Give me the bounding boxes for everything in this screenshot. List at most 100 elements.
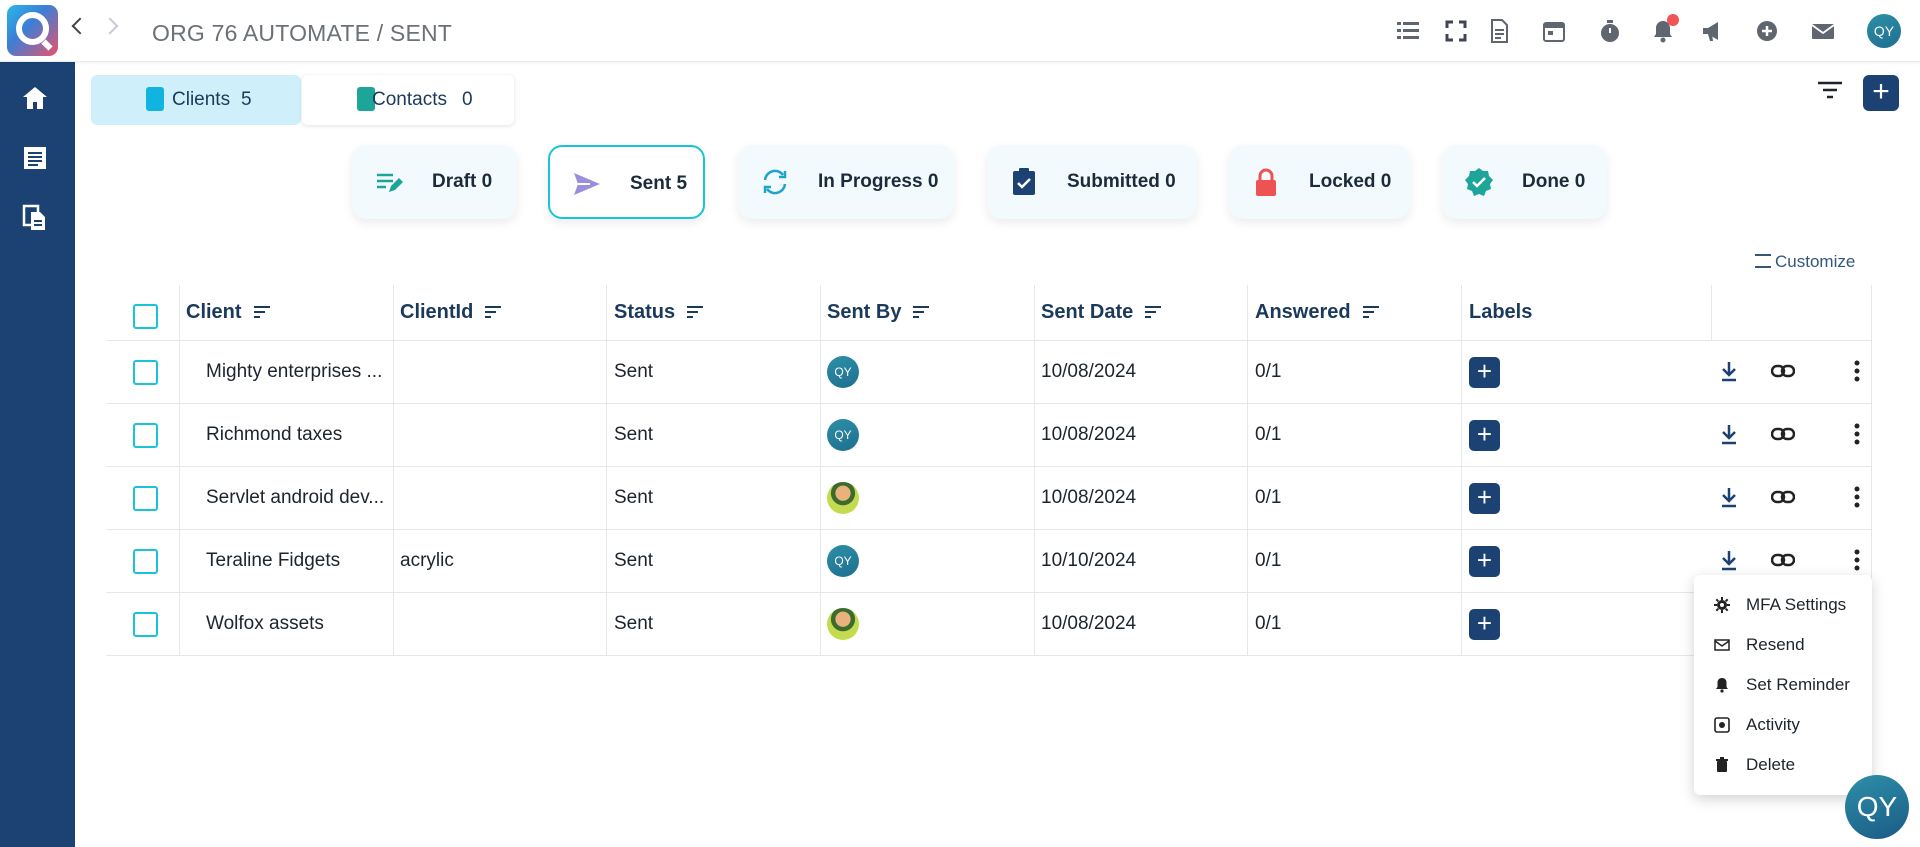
- timer-icon[interactable]: [1597, 18, 1623, 44]
- fullscreen-icon[interactable]: [1443, 18, 1469, 44]
- sender-avatar: QY: [827, 419, 859, 451]
- calendar-icon[interactable]: [1541, 18, 1567, 44]
- filter-icon[interactable]: [1817, 80, 1843, 100]
- column-header-status[interactable]: Status: [614, 301, 704, 324]
- row-checkbox[interactable]: [133, 423, 158, 448]
- customize-button[interactable]: Customize: [1755, 252, 1855, 272]
- bell-icon[interactable]: [1650, 14, 1679, 44]
- clipboard-check-icon: [1009, 167, 1039, 197]
- column-header-client[interactable]: Client: [186, 301, 270, 324]
- table-row[interactable]: Servlet android dev... Sent 10/08/2024 0…: [106, 468, 1872, 530]
- column-label: Sent By: [827, 301, 902, 323]
- menu-item-activity[interactable]: Activity: [1694, 705, 1872, 745]
- lock-icon: [1251, 167, 1281, 197]
- sort-icon[interactable]: [687, 306, 704, 319]
- column-header-sent-date[interactable]: Sent Date: [1041, 301, 1162, 324]
- add-label-button[interactable]: +: [1469, 420, 1500, 451]
- home-icon[interactable]: [21, 84, 49, 112]
- client-name[interactable]: Mighty enterprises ...: [206, 361, 382, 383]
- table-row[interactable]: Richmond taxes Sent QY 10/08/2024 0/1 +: [106, 405, 1872, 467]
- tab-contacts-count: 0: [462, 89, 473, 110]
- table-row[interactable]: Teraline Fidgets acrylic Sent QY 10/10/2…: [106, 531, 1872, 593]
- column-header-clientid[interactable]: ClientId: [400, 301, 502, 324]
- copy-document-icon[interactable]: [21, 204, 49, 232]
- row-checkbox[interactable]: [133, 549, 158, 574]
- sort-icon[interactable]: [1145, 306, 1162, 319]
- sent-date: 10/08/2024: [1041, 487, 1137, 508]
- status-locked-label: Locked 0: [1309, 171, 1392, 192]
- document-icon[interactable]: [1486, 18, 1512, 44]
- table-row[interactable]: Mighty enterprises ... Sent QY 10/08/202…: [106, 342, 1872, 404]
- floating-chat-avatar[interactable]: QY: [1845, 775, 1909, 839]
- add-label-button[interactable]: +: [1469, 609, 1500, 640]
- menu-item-label: Activity: [1746, 715, 1800, 734]
- megaphone-icon[interactable]: [1700, 18, 1726, 44]
- link-icon[interactable]: [1770, 548, 1796, 572]
- menu-item-mfa-settings[interactable]: MFA Settings: [1694, 585, 1872, 625]
- menu-item-label: MFA Settings: [1746, 595, 1847, 614]
- activity-icon: [1714, 717, 1730, 733]
- list-icon[interactable]: [1395, 18, 1421, 44]
- row-context-menu: MFA Settings Resend Set Reminder Activit…: [1694, 575, 1872, 795]
- select-all-checkbox[interactable]: [133, 304, 158, 329]
- back-arrow-icon[interactable]: [71, 17, 89, 35]
- sort-icon[interactable]: [485, 306, 502, 319]
- row-checkbox[interactable]: [133, 612, 158, 637]
- link-icon[interactable]: [1770, 359, 1796, 383]
- menu-item-delete[interactable]: Delete: [1694, 745, 1872, 785]
- status-submitted-label: Submitted 0: [1067, 171, 1176, 192]
- mail-icon[interactable]: [1810, 18, 1836, 44]
- download-icon[interactable]: [1717, 548, 1741, 572]
- tab-clients[interactable]: Clients 5: [91, 75, 301, 125]
- more-vertical-icon[interactable]: [1845, 548, 1869, 572]
- link-icon[interactable]: [1770, 485, 1796, 509]
- app-logo[interactable]: [7, 5, 58, 56]
- status-card-submitted[interactable]: Submitted 0: [987, 145, 1197, 219]
- sender-avatar: QY: [827, 356, 859, 388]
- client-name[interactable]: Wolfox assets: [206, 613, 324, 635]
- download-icon[interactable]: [1717, 359, 1741, 383]
- add-button[interactable]: +: [1863, 75, 1899, 111]
- add-label-button[interactable]: +: [1469, 546, 1500, 577]
- download-icon[interactable]: [1717, 485, 1741, 509]
- status-card-in-progress[interactable]: In Progress 0: [738, 145, 954, 219]
- status-text: Sent: [614, 487, 654, 508]
- plus-circle-icon[interactable]: [1754, 18, 1780, 44]
- column-header-sent-by[interactable]: Sent By: [827, 301, 930, 324]
- sort-icon[interactable]: [1362, 306, 1379, 319]
- column-header-answered[interactable]: Answered: [1255, 301, 1379, 324]
- answered-count: 0/1: [1255, 487, 1282, 508]
- sort-icon[interactable]: [913, 306, 930, 319]
- forward-arrow-icon[interactable]: [101, 17, 119, 35]
- sender-photo-avatar: [827, 608, 859, 640]
- status-text: Sent: [614, 361, 654, 382]
- user-avatar[interactable]: QY: [1867, 14, 1901, 48]
- column-label: ClientId: [400, 301, 474, 323]
- download-icon[interactable]: [1717, 422, 1741, 446]
- answered-count: 0/1: [1255, 550, 1282, 571]
- status-card-sent[interactable]: Sent 5: [548, 145, 705, 219]
- list-document-icon[interactable]: [21, 144, 49, 172]
- client-name[interactable]: Teraline Fidgets: [206, 550, 340, 572]
- menu-item-set-reminder[interactable]: Set Reminder: [1694, 665, 1872, 705]
- client-name[interactable]: Servlet android dev...: [206, 487, 384, 509]
- row-checkbox[interactable]: [133, 486, 158, 511]
- more-vertical-icon[interactable]: [1845, 359, 1869, 383]
- status-card-done[interactable]: Done 0: [1442, 145, 1607, 219]
- status-card-locked[interactable]: Locked 0: [1229, 145, 1410, 219]
- add-label-button[interactable]: +: [1469, 357, 1500, 388]
- row-checkbox[interactable]: [133, 360, 158, 385]
- link-icon[interactable]: [1770, 422, 1796, 446]
- status-text: Sent: [614, 424, 654, 445]
- table-row[interactable]: Wolfox assets Sent 10/08/2024 0/1 +: [106, 594, 1872, 656]
- menu-item-resend[interactable]: Resend: [1694, 625, 1872, 665]
- tab-contacts[interactable]: Contacts 0: [302, 75, 514, 125]
- client-name[interactable]: Richmond taxes: [206, 424, 342, 446]
- add-label-button[interactable]: +: [1469, 483, 1500, 514]
- sort-icon[interactable]: [253, 306, 270, 319]
- more-vertical-icon[interactable]: [1845, 422, 1869, 446]
- status-card-draft[interactable]: Draft 0: [352, 145, 517, 219]
- more-vertical-icon[interactable]: [1845, 485, 1869, 509]
- status-done-label: Done 0: [1522, 171, 1586, 192]
- answered-count: 0/1: [1255, 361, 1282, 382]
